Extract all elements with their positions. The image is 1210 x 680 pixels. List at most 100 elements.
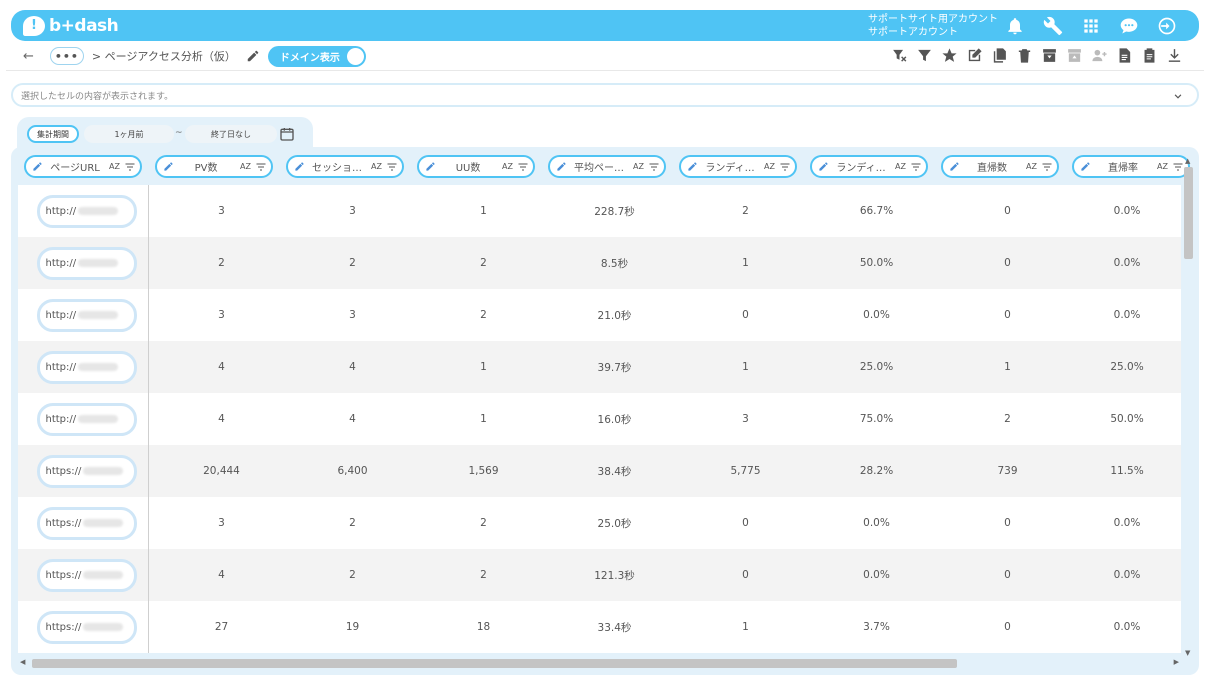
wrench-icon[interactable] [1043,16,1063,36]
sort-az-icon[interactable]: AZ [1026,162,1037,171]
app-logo[interactable]: ! b+dash [23,15,119,36]
column-filter-icon[interactable] [255,161,267,173]
vertical-scrollbar[interactable]: ▲ ▼ [1183,157,1193,657]
table-cell[interactable]: 1 [680,601,811,653]
edit-column-icon[interactable] [1080,161,1091,172]
table-row[interactable]: http://2 2 2 8.5秒 1 50.0% 0 0.0% [18,237,1181,289]
sort-az-icon[interactable]: AZ [633,162,644,171]
clipboard-icon[interactable] [1141,47,1158,64]
table-cell[interactable]: 20,444 [156,445,287,497]
more-button[interactable]: ••• [49,47,84,65]
table-cell[interactable]: 3 [156,497,287,549]
apps-grid-icon[interactable] [1081,16,1101,36]
scroll-up-arrow-icon[interactable]: ▲ [1185,157,1190,165]
table-cell[interactable]: 2 [156,237,287,289]
table-cell[interactable]: 2 [287,237,418,289]
edit-title-icon[interactable] [246,49,260,63]
domain-toggle[interactable]: ドメイン表示 [267,45,366,67]
table-cell[interactable]: 16.0秒 [549,393,680,445]
table-cell[interactable]: 28.2% [811,445,942,497]
url-pill[interactable]: http:// [36,350,137,384]
table-cell[interactable]: 0.0% [1073,497,1181,549]
table-cell[interactable]: 0.0% [1073,549,1181,601]
column-header[interactable]: ページURL AZ [24,155,142,178]
table-cell[interactable]: 0 [942,237,1073,289]
table-cell[interactable]: 0.0% [1073,237,1181,289]
horizontal-scrollbar[interactable]: ◀ ▶ [18,657,1181,669]
table-cell[interactable]: 0.0% [811,549,942,601]
table-cell[interactable]: 0 [942,497,1073,549]
table-cell[interactable]: 5,775 [680,445,811,497]
table-cell[interactable]: 1 [942,341,1073,393]
sort-az-icon[interactable]: AZ [109,162,120,171]
column-header[interactable]: PV数 AZ [155,155,273,178]
table-cell[interactable]: 4 [156,341,287,393]
filter-clear-icon[interactable] [891,47,908,64]
table-cell[interactable]: 228.7秒 [549,185,680,237]
url-pill[interactable]: https:// [36,506,137,540]
table-row[interactable]: http://3 3 1 228.7秒 2 66.7% 0 0.0% [18,185,1181,237]
calendar-icon[interactable] [279,125,295,143]
table-cell[interactable]: 27 [156,601,287,653]
back-button[interactable]: ← [23,49,34,64]
table-cell[interactable]: 3 [287,289,418,341]
logout-icon[interactable] [1157,16,1177,36]
period-to[interactable]: 終了日なし [185,125,277,143]
url-cell[interactable]: http:// [18,341,155,393]
trash-icon[interactable] [1016,47,1033,64]
copy-icon[interactable] [991,47,1008,64]
table-cell[interactable]: 50.0% [811,237,942,289]
scroll-down-arrow-icon[interactable]: ▼ [1185,649,1190,657]
table-cell[interactable]: 0.0% [1073,185,1181,237]
sort-az-icon[interactable]: AZ [371,162,382,171]
column-filter-icon[interactable] [1041,161,1053,173]
table-cell[interactable]: 25.0% [1073,341,1181,393]
table-cell[interactable]: 8.5秒 [549,237,680,289]
sort-az-icon[interactable]: AZ [502,162,513,171]
url-cell[interactable]: http:// [18,393,155,445]
account-info[interactable]: サポートサイト用アカウント サポートアカウント [868,13,998,39]
url-cell[interactable]: http:// [18,237,155,289]
table-cell[interactable]: 6,400 [287,445,418,497]
table-row[interactable]: http://4 4 1 39.7秒 1 25.0% 1 25.0% [18,341,1181,393]
period-from[interactable]: 1ヶ月前 [84,125,174,143]
table-row[interactable]: http://4 4 1 16.0秒 3 75.0% 2 50.0% [18,393,1181,445]
edit-column-icon[interactable] [425,161,436,172]
url-cell[interactable]: https:// [18,549,155,601]
table-cell[interactable]: 0.0% [811,497,942,549]
table-cell[interactable]: 1 [418,393,549,445]
table-cell[interactable]: 19 [287,601,418,653]
table-cell[interactable]: 21.0秒 [549,289,680,341]
table-cell[interactable]: 2 [418,497,549,549]
sort-az-icon[interactable]: AZ [764,162,775,171]
column-header[interactable]: ランディ… AZ [679,155,797,178]
table-cell[interactable]: 2 [680,185,811,237]
sort-az-icon[interactable]: AZ [1157,162,1168,171]
column-filter-icon[interactable] [648,161,660,173]
edit-column-icon[interactable] [32,161,43,172]
url-cell[interactable]: https:// [18,445,155,497]
table-cell[interactable]: 121.3秒 [549,549,680,601]
period-label[interactable]: 集計期間 [27,125,79,143]
table-cell[interactable]: 3 [156,289,287,341]
column-filter-icon[interactable] [910,161,922,173]
url-cell[interactable]: https:// [18,601,155,653]
scroll-left-arrow-icon[interactable]: ◀ [20,658,25,666]
table-row[interactable]: http://3 3 2 21.0秒 0 0.0% 0 0.0% [18,289,1181,341]
url-cell[interactable]: http:// [18,185,155,237]
table-cell[interactable]: 50.0% [1073,393,1181,445]
edit-column-icon[interactable] [687,161,698,172]
table-cell[interactable]: 0.0% [1073,601,1181,653]
bell-icon[interactable] [1005,16,1025,36]
download-icon[interactable] [1166,47,1183,64]
table-cell[interactable]: 2 [942,393,1073,445]
table-cell[interactable]: 4 [156,549,287,601]
table-cell[interactable]: 75.0% [811,393,942,445]
chat-bubble-icon[interactable] [1119,16,1139,36]
url-pill[interactable]: http:// [36,298,137,332]
star-icon[interactable] [941,47,958,64]
column-header[interactable]: 平均ペー… AZ [548,155,666,178]
table-cell[interactable]: 1 [680,341,811,393]
table-cell[interactable]: 1 [418,341,549,393]
table-cell[interactable]: 18 [418,601,549,653]
